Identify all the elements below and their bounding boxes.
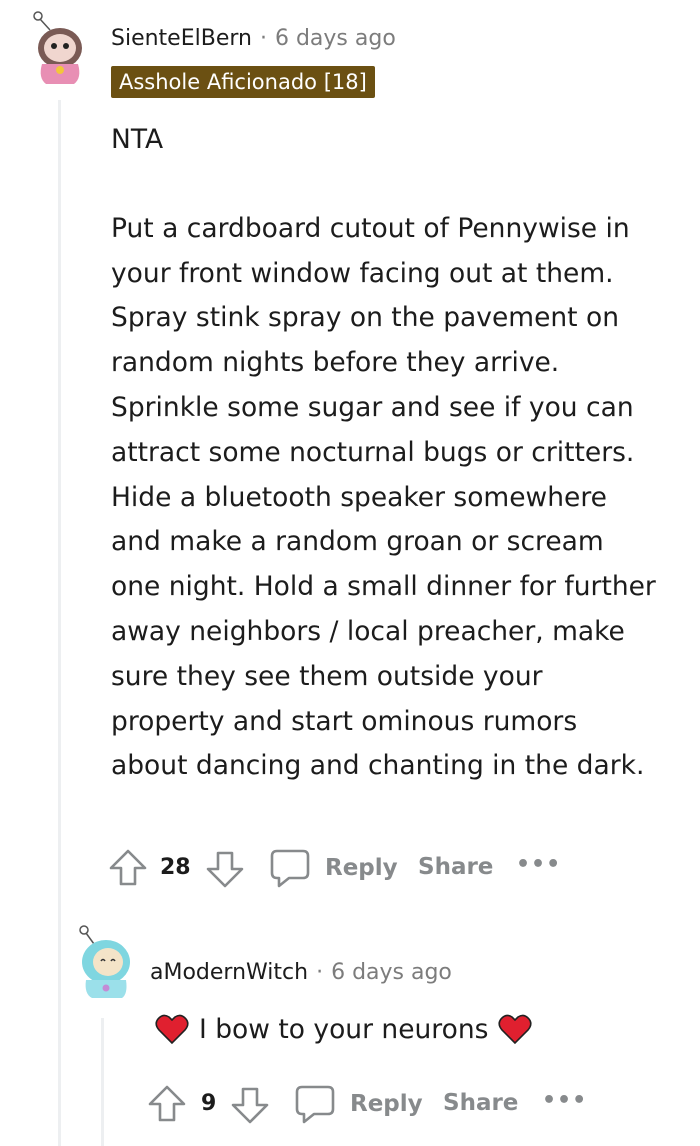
upvote-icon xyxy=(109,849,147,886)
reply-button[interactable]: Reply xyxy=(294,1083,423,1125)
thread-line-main[interactable] xyxy=(58,100,61,1146)
thread-line-reply[interactable] xyxy=(101,1018,104,1146)
reply-label: Reply xyxy=(325,855,398,881)
reply-avatar[interactable] xyxy=(74,922,136,1002)
upvote-button[interactable] xyxy=(147,1084,187,1124)
downvote-button[interactable] xyxy=(205,849,245,889)
heart-emoji-icon xyxy=(498,1014,532,1045)
timestamp[interactable]: 6 days ago xyxy=(275,26,396,51)
reply-header: aModernWitch · 6 days ago xyxy=(150,960,452,985)
reply-text: I bow to your neurons xyxy=(199,1013,489,1045)
more-options-button[interactable]: ••• xyxy=(542,1088,587,1113)
reply-bubble-icon xyxy=(270,849,310,888)
downvote-button[interactable] xyxy=(230,1085,270,1125)
user-flair: Asshole Aficionado [18] xyxy=(111,66,375,98)
comment-paragraph: Put a cardboard cutout of Pennywise in y… xyxy=(111,212,656,782)
comment-paragraph: NTA xyxy=(111,124,164,155)
share-button[interactable]: Share xyxy=(418,854,493,880)
separator-dot: · xyxy=(316,960,324,985)
comment-body: NTA Put a cardboard cutout of Pennywise … xyxy=(111,118,656,789)
reply-timestamp[interactable]: 6 days ago xyxy=(331,960,452,985)
vote-count: 9 xyxy=(201,1091,217,1116)
reply-username[interactable]: aModernWitch xyxy=(150,960,308,985)
heart-emoji-icon xyxy=(155,1014,189,1045)
reply-bubble-icon xyxy=(295,1085,335,1124)
comment-header: SienteElBern · 6 days ago xyxy=(111,26,396,51)
username[interactable]: SienteElBern xyxy=(111,26,252,51)
avatar[interactable] xyxy=(28,8,92,88)
more-options-button[interactable]: ••• xyxy=(516,852,561,877)
reply-button[interactable]: Reply xyxy=(269,847,398,889)
upvote-button[interactable] xyxy=(108,848,148,888)
share-button[interactable]: Share xyxy=(443,1090,518,1116)
downvote-icon xyxy=(231,1087,269,1124)
reply-body: I bow to your neurons xyxy=(155,1013,532,1045)
vote-count: 28 xyxy=(160,855,191,880)
upvote-icon xyxy=(148,1085,186,1122)
downvote-icon xyxy=(206,851,244,888)
reply-label: Reply xyxy=(350,1091,423,1117)
separator-dot: · xyxy=(259,26,267,51)
